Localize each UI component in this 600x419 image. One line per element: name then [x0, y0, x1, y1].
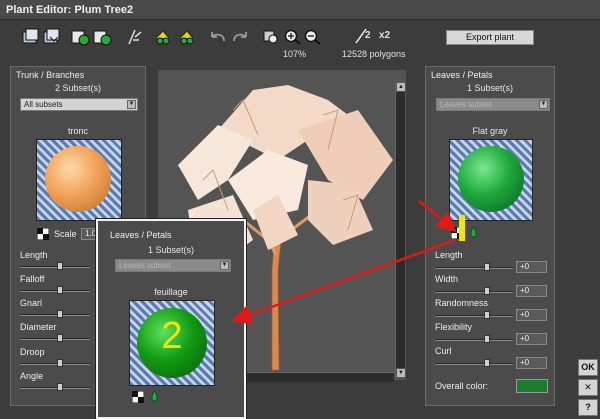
- export-plant-button[interactable]: Export plant: [446, 30, 534, 45]
- leaf-length-slider-thumb[interactable]: [484, 263, 490, 271]
- annotation-marker-1: [459, 215, 465, 241]
- viewport-vertical-scrollbar[interactable]: ▲ ▼: [395, 82, 406, 378]
- randomness-slider-track[interactable]: [435, 315, 513, 317]
- slider-label-angle: Angle: [20, 371, 44, 381]
- window-title: Plant Editor: Plum Tree2: [6, 4, 134, 16]
- subdivision-level-a[interactable]: 2: [365, 30, 371, 41]
- flexibility-slider-track[interactable]: [435, 339, 513, 341]
- droop-slider-track[interactable]: [20, 363, 90, 365]
- zoom-level: 107%: [283, 49, 307, 59]
- redo-icon[interactable]: [230, 28, 250, 46]
- texture-checker-icon[interactable]: [37, 228, 49, 240]
- title-bar: Plant Editor: Plum Tree2: [0, 0, 600, 20]
- subdivision-level-b[interactable]: x2: [379, 30, 390, 41]
- inset-subset-count: 1 Subset(s): [147, 245, 195, 255]
- slider-label-diameter: Diameter: [20, 322, 57, 332]
- curl-slider-thumb[interactable]: [484, 359, 490, 367]
- slider-label-gnarl: Gnarl: [20, 298, 43, 308]
- width-value[interactable]: +0: [516, 285, 547, 297]
- flexibility-slider-thumb[interactable]: [484, 335, 490, 343]
- polygon-count: 12528 polygons: [342, 49, 406, 59]
- slider-label-length: Length: [20, 250, 48, 260]
- trunk-subset-select[interactable]: All subsets ▼: [20, 98, 138, 111]
- undo-icon[interactable]: [208, 28, 228, 46]
- inset-subset-select-value: Leaves subset: [119, 261, 171, 270]
- length-slider-track[interactable]: [20, 266, 90, 268]
- leaves-subset-count: 1 Subset(s): [466, 83, 514, 93]
- save-plant-icon[interactable]: [42, 28, 62, 46]
- leaves-inset-callout: Leaves / Petals 1 Subset(s) Leaves subse…: [96, 219, 246, 419]
- leaves-material-name: Flat gray: [472, 126, 508, 136]
- branch-tool-icon[interactable]: [125, 28, 145, 46]
- close-button[interactable]: ✕: [578, 379, 598, 396]
- slider-label-flexibility: Flexibility: [435, 322, 473, 332]
- leaves-panel-title: Leaves / Petals: [431, 70, 493, 80]
- inset-number-label: 2: [161, 315, 183, 357]
- leaves-material-sphere: [458, 146, 524, 212]
- leaves-petals-panel: Leaves / Petals 1 Subset(s) Leaves subse…: [425, 66, 555, 406]
- diameter-slider-track[interactable]: [20, 338, 90, 340]
- inset-material-preview[interactable]: 2: [129, 300, 215, 386]
- droop-slider-thumb[interactable]: [57, 359, 63, 367]
- scale-label: Scale: [54, 229, 77, 239]
- zoom-in-icon[interactable]: [283, 28, 303, 46]
- randomness-value[interactable]: +0: [516, 309, 547, 321]
- toolbar: 107% 2 x2 12528 polygons Export plant: [0, 20, 600, 64]
- gnarl-slider-track[interactable]: [20, 314, 90, 316]
- scroll-down-arrow[interactable]: ▼: [396, 368, 406, 378]
- width-slider-thumb[interactable]: [484, 287, 490, 295]
- angle-slider-track[interactable]: [20, 387, 90, 389]
- add-branch-icon[interactable]: [70, 28, 90, 46]
- viewport-horizontal-scrollbar[interactable]: [234, 372, 394, 382]
- slider-label-leaf-length: Length: [435, 250, 463, 260]
- leaf-drop-icon[interactable]: [469, 226, 478, 238]
- slider-label-curl: Curl: [435, 346, 452, 356]
- chevron-down-icon: ▼: [539, 100, 548, 109]
- remove-branch-icon[interactable]: [92, 28, 112, 46]
- open-plant-icon[interactable]: [21, 28, 41, 46]
- slider-label-falloff: Falloff: [20, 274, 45, 284]
- help-button[interactable]: ?: [578, 399, 598, 416]
- width-slider-track[interactable]: [435, 291, 513, 293]
- angle-slider-thumb[interactable]: [57, 383, 63, 391]
- texture-checker-icon[interactable]: [132, 391, 144, 403]
- gnarl-slider-thumb[interactable]: [57, 310, 63, 318]
- zoom-fit-icon[interactable]: [261, 28, 281, 46]
- randomness-slider-thumb[interactable]: [484, 311, 490, 319]
- trunk-panel-title: Trunk / Branches: [16, 70, 85, 80]
- slider-label-width: Width: [435, 274, 459, 284]
- chevron-down-icon: ▼: [220, 261, 229, 270]
- leaf-add-icon[interactable]: [153, 28, 173, 46]
- leaf-length-slider-track[interactable]: [435, 267, 513, 269]
- slider-label-randomness: Randomness: [435, 298, 489, 308]
- slider-label-droop: Droop: [20, 347, 45, 357]
- chevron-down-icon: ▼: [127, 100, 136, 109]
- ok-button[interactable]: OK: [578, 359, 598, 376]
- trunk-subset-select-value: All subsets: [24, 100, 63, 109]
- inset-material-name: feuillage: [154, 287, 188, 297]
- inset-panel-title: Leaves / Petals: [110, 230, 172, 240]
- leaf-drop-icon[interactable]: [150, 390, 159, 402]
- falloff-slider-thumb[interactable]: [57, 286, 63, 294]
- leaves-subset-select-value: Leaves subset: [440, 100, 492, 109]
- curl-slider-track[interactable]: [435, 363, 513, 365]
- overall-color-swatch[interactable]: [516, 379, 548, 393]
- leaves-material-preview[interactable]: [449, 139, 533, 221]
- trunk-material-sphere: [45, 146, 111, 212]
- curl-value[interactable]: +0: [516, 357, 547, 369]
- length-slider-thumb[interactable]: [57, 262, 63, 270]
- falloff-slider-track[interactable]: [20, 290, 90, 292]
- zoom-out-icon[interactable]: [303, 28, 323, 46]
- leaves-subset-select[interactable]: Leaves subset ▼: [436, 98, 550, 111]
- diameter-slider-thumb[interactable]: [57, 334, 63, 342]
- leaf-remove-icon[interactable]: [177, 28, 197, 46]
- trunk-material-preview[interactable]: [36, 139, 122, 221]
- inset-subset-select[interactable]: Leaves subset ▼: [115, 259, 231, 272]
- flexibility-value[interactable]: +0: [516, 333, 547, 345]
- overall-color-label: Overall color:: [435, 381, 489, 391]
- trunk-material-name: tronc: [67, 126, 88, 136]
- trunk-subset-count: 2 Subset(s): [54, 83, 102, 93]
- scroll-up-arrow[interactable]: ▲: [396, 82, 406, 92]
- leaf-length-value[interactable]: +0: [516, 261, 547, 273]
